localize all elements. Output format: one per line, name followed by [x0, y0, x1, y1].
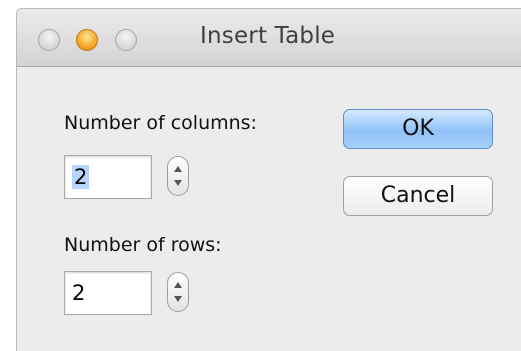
ok-button[interactable]: OK	[343, 109, 493, 149]
rows-input[interactable]: 2	[64, 271, 152, 315]
chevron-down-icon[interactable]	[174, 180, 182, 186]
columns-input[interactable]: 2	[64, 155, 152, 199]
rows-label: Number of rows:	[64, 234, 222, 256]
chevron-down-icon[interactable]	[174, 296, 182, 302]
chevron-up-icon[interactable]	[174, 166, 182, 172]
window-title: Insert Table	[200, 23, 336, 49]
columns-value: 2	[72, 165, 90, 189]
title-bar[interactable]: Insert Table	[17, 9, 521, 67]
rows-value: 2	[72, 281, 86, 305]
chevron-up-icon[interactable]	[174, 282, 182, 288]
minimize-icon[interactable]	[76, 29, 98, 51]
columns-label: Number of columns:	[64, 112, 257, 134]
cancel-button[interactable]: Cancel	[343, 176, 493, 216]
columns-stepper[interactable]	[167, 156, 189, 196]
zoom-icon[interactable]	[115, 29, 137, 51]
rows-stepper[interactable]	[167, 272, 189, 312]
insert-table-dialog: Insert Table Number of columns: 2 Number…	[16, 8, 521, 351]
close-icon[interactable]	[38, 29, 60, 51]
